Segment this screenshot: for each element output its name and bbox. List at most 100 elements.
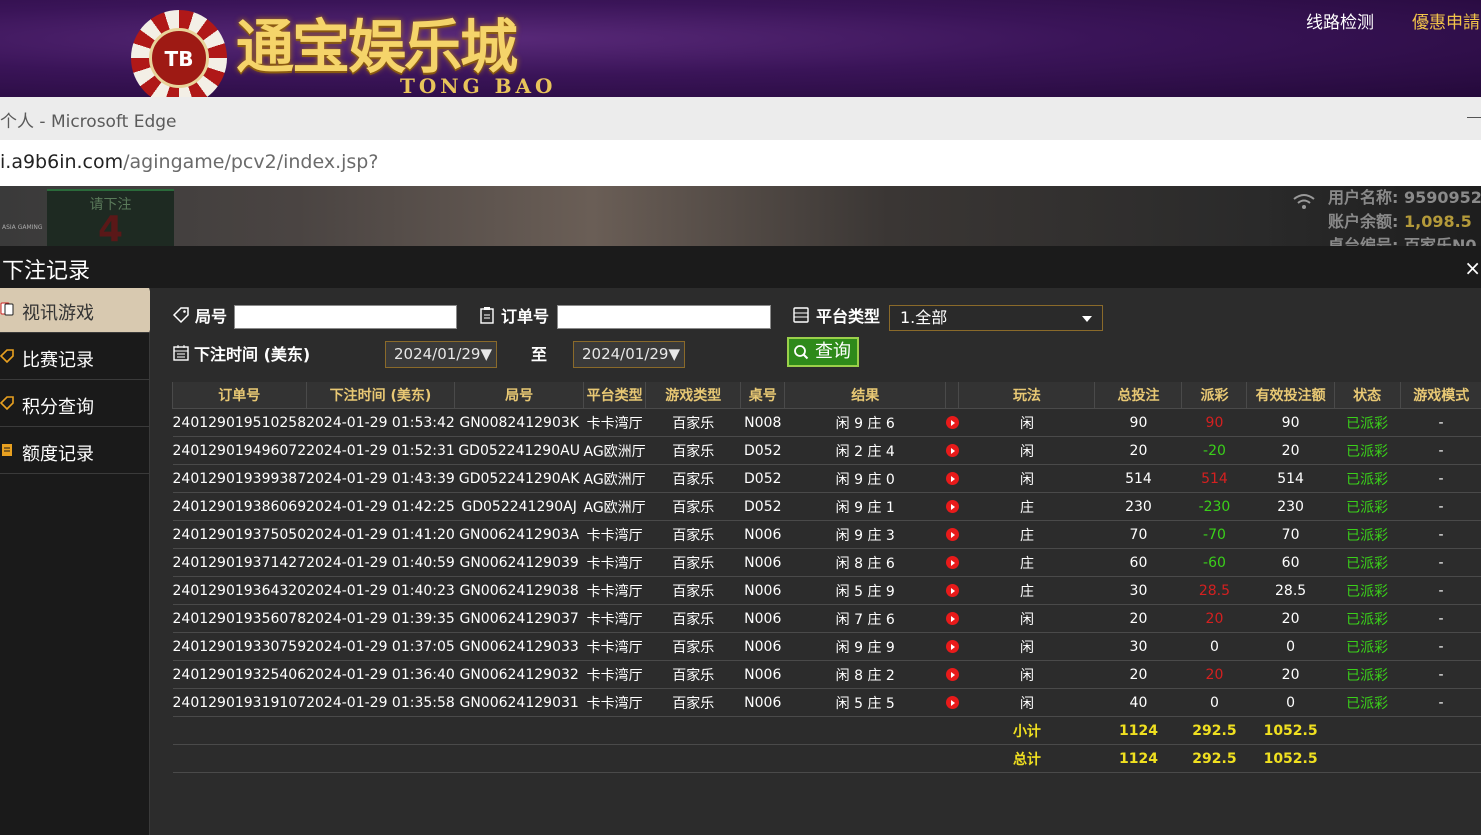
search-icon <box>794 345 809 360</box>
bet-time-cell: 2024-01-29 01:40:59 <box>306 548 455 577</box>
game-mode-cell: - <box>1400 464 1481 493</box>
query-button[interactable]: 查询 <box>787 337 859 367</box>
sidebar-item-match-records[interactable]: 比赛记录 <box>0 335 149 380</box>
table-header-row: 订单号 下注时间 (美东) 局号 平台类型 游戏类型 桌号 结果 玩法 总投注 … <box>172 382 1481 409</box>
replay-cell[interactable] <box>945 408 959 437</box>
column-header <box>945 382 959 409</box>
bet-side-cell: 庄 <box>958 492 1095 521</box>
play-video-icon[interactable] <box>945 528 959 541</box>
column-header: 结果 <box>784 382 946 409</box>
bet-side-cell: 闲 <box>958 408 1095 437</box>
replay-cell[interactable] <box>945 548 959 577</box>
replay-cell[interactable] <box>945 688 959 717</box>
order-id-cell: 240129019356078 <box>172 604 307 633</box>
sidebar-item-credit-records[interactable]: 额度记录 <box>0 429 149 474</box>
minimize-icon[interactable] <box>1467 117 1481 118</box>
close-icon[interactable]: × <box>1464 256 1481 280</box>
bet-time-cell: 2024-01-29 01:53:42 <box>306 408 455 437</box>
payout-cell: -20 <box>1181 436 1247 465</box>
panel-header: 下注记录 × <box>0 246 1481 289</box>
play-video-icon[interactable] <box>945 640 959 653</box>
play-video-icon[interactable] <box>945 696 959 709</box>
table-row: 240129019364320 2024-01-29 01:40:23 GN0062… <box>172 576 1481 605</box>
valid-bet-cell: 20 <box>1246 604 1335 633</box>
date-to-select[interactable]: 2024/01/29▼ <box>573 341 685 368</box>
panel-title: 下注记录 <box>2 259 91 284</box>
result-cell: 闲 8 庄 6 <box>784 548 946 577</box>
game-mode-cell: - <box>1400 520 1481 549</box>
order-input[interactable] <box>557 305 771 329</box>
sidebar-item-points[interactable]: 积分查询 <box>0 382 149 427</box>
replay-cell[interactable] <box>945 604 959 633</box>
result-cell: 闲 9 庄 9 <box>784 632 946 661</box>
payout-cell: 28.5 <box>1181 576 1247 605</box>
play-video-icon[interactable] <box>945 612 959 625</box>
game-type-cell: 百家乐 <box>645 408 741 437</box>
round-id-cell: GN00624129038 <box>454 576 584 605</box>
valid-bet-cell: 230 <box>1246 492 1335 521</box>
date-to-value: 2024/01/29 <box>582 345 669 363</box>
game-type-cell: 百家乐 <box>645 604 741 633</box>
game-type-cell: 百家乐 <box>645 660 741 689</box>
play-video-icon[interactable] <box>945 444 959 457</box>
platform-select[interactable]: 1.全部 <box>889 305 1103 331</box>
replay-cell[interactable] <box>945 492 959 521</box>
game-type-cell: 百家乐 <box>645 436 741 465</box>
line-check-link[interactable]: 线路检测 <box>1306 8 1374 33</box>
valid-bet-cell: 0 <box>1246 632 1335 661</box>
tag-icon <box>172 307 189 324</box>
replay-cell[interactable] <box>945 464 959 493</box>
play-video-icon[interactable] <box>945 668 959 681</box>
play-video-icon[interactable] <box>945 472 959 485</box>
cards-icon <box>0 302 14 316</box>
date-from-value: 2024/01/29 <box>394 345 481 363</box>
replay-cell[interactable] <box>945 520 959 549</box>
sidebar-item-live-games[interactable]: 视讯游戏 <box>0 288 156 333</box>
query-label: 查询 <box>815 341 851 362</box>
replay-cell[interactable] <box>945 632 959 661</box>
window-title: 个人 - Microsoft Edge <box>0 112 177 132</box>
round-input[interactable] <box>234 305 457 329</box>
date-from-select[interactable]: 2024/01/29▼ <box>385 341 497 368</box>
status-cell: 已派彩 <box>1334 408 1401 437</box>
replay-cell[interactable] <box>945 576 959 605</box>
promo-apply-link[interactable]: 優惠申請 <box>1412 8 1480 33</box>
platform-cell: 卡卡湾厅 <box>583 408 646 437</box>
play-video-icon[interactable] <box>945 556 959 569</box>
play-video-icon[interactable] <box>945 584 959 597</box>
address-bar[interactable]: i.a9b6in.com/agingame/pcv2/index.jsp? <box>0 140 1481 186</box>
bet-side-cell: 闲 <box>958 632 1095 661</box>
round-id-cell: GN0062412903A <box>454 520 584 549</box>
column-header: 桌号 <box>740 382 785 409</box>
platform-cell: 卡卡湾厅 <box>583 520 646 549</box>
table-no-cell: N008 <box>740 408 785 437</box>
total-bet-cell: 90 <box>1094 408 1182 437</box>
platform-cell: 卡卡湾厅 <box>583 548 646 577</box>
payout-cell: 20 <box>1181 604 1247 633</box>
order-id-cell: 240129019399387 <box>172 464 307 493</box>
round-id-cell: GD052241290AU <box>454 436 584 465</box>
logo-title: 通宝娱乐城 <box>236 13 518 81</box>
valid-bet-cell: 70 <box>1246 520 1335 549</box>
valid-bet-cell: 20 <box>1246 660 1335 689</box>
game-type-cell: 百家乐 <box>645 520 741 549</box>
table-value: 百家乐N0 <box>1403 236 1477 246</box>
play-video-icon[interactable] <box>945 416 959 429</box>
bet-time-cell: 2024-01-29 01:39:35 <box>306 604 455 633</box>
time-label: 下注时间 (美东) <box>194 345 311 364</box>
caret-down-icon: ▼ <box>668 345 681 363</box>
replay-cell[interactable] <box>945 436 959 465</box>
total-bet-cell: 30 <box>1094 576 1182 605</box>
play-video-icon[interactable] <box>945 500 959 513</box>
replay-cell[interactable] <box>945 660 959 689</box>
url-text: i.a9b6in.com/agingame/pcv2/index.jsp? <box>0 151 378 173</box>
column-header: 局号 <box>454 382 584 409</box>
bet-side-cell: 闲 <box>958 464 1095 493</box>
logo-chip-text: TB <box>164 47 194 71</box>
server-icon <box>793 307 809 323</box>
round-id-cell: GD052241290AJ <box>454 492 584 521</box>
calendar-icon <box>173 345 189 361</box>
game-type-cell: 百家乐 <box>645 548 741 577</box>
balance-info: 账户余额: 1,098.5 <box>1328 208 1472 232</box>
order-id-cell: 240129019325406 <box>172 660 307 689</box>
